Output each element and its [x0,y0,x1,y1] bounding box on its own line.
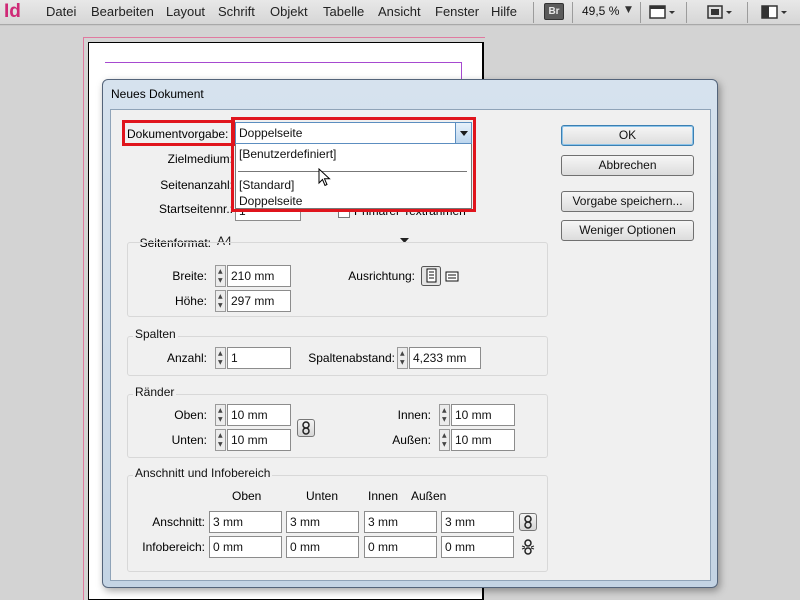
bleed-link-button[interactable] [519,513,537,531]
bleed-top-field[interactable]: 3 mm [209,511,282,533]
menu-hilfe[interactable]: Hilfe [491,4,517,19]
bleed-label: Anschnitt: [152,515,205,529]
bleed-outside-field[interactable]: 3 mm [441,511,514,533]
menu-schrift[interactable]: Schrift [218,4,255,19]
toolbar-separator [533,2,534,23]
portrait-orientation-icon[interactable] [421,266,441,286]
menu-ansicht[interactable]: Ansicht [378,4,421,19]
margin-guide [105,62,462,63]
margin-inside-label: Innen: [397,408,431,422]
col-header-top: Oben [232,489,262,503]
toolbar-separator [572,2,573,23]
margin-bottom-stepper[interactable]: ▲ ▼ [215,429,226,451]
dialog-title: Neues Dokument [111,87,204,101]
menu-objekt[interactable]: Objekt [270,4,308,19]
pages-label: Seitenanzahl: [160,178,233,192]
margin-bottom-label: Unten: [171,433,207,447]
bleed-inside-field[interactable]: 3 mm [364,511,437,533]
arrange-documents-icon[interactable] [760,4,790,21]
col-header-outside: Außen [411,489,447,503]
menu-bearbeiten[interactable]: Bearbeiten [91,4,154,19]
bleed-guide [83,37,485,38]
gutter-stepper[interactable]: ▲ ▼ [397,347,408,369]
app-logo: Id [4,1,21,22]
highlight-box [231,117,476,212]
column-count-field[interactable]: 1 [227,347,291,369]
ok-button[interactable]: OK [561,125,694,146]
menu-layout[interactable]: Layout [166,4,205,19]
margin-inside-stepper[interactable]: ▲ ▼ [439,404,450,426]
dialog-body: Dokumentvorgabe: Zielmedium: Seitenanzah… [110,109,711,581]
slug-outside-field[interactable]: 0 mm [441,536,514,558]
menu-bar: Id Datei Bearbeiten Layout Schrift Objek… [0,0,800,25]
orientation-label: Ausrichtung: [348,269,415,283]
margin-bottom-field[interactable]: 10 mm [227,429,291,451]
zoom-level-field[interactable]: 49,5 % [582,4,619,18]
chevron-down-icon[interactable]: ▼ [625,5,632,15]
toolbar-separator [686,2,687,23]
height-stepper[interactable]: ▲ ▼ [215,290,226,312]
fewer-options-button[interactable]: Weniger Optionen [561,220,694,241]
start-page-label: Startseitennr.: [158,202,233,216]
chain-link-icon [302,421,310,435]
column-count-label: Anzahl: [166,351,207,365]
col-header-bottom: Unten [306,489,339,503]
column-count-stepper[interactable]: ▲ ▼ [215,347,226,369]
view-options-icon[interactable] [706,4,736,21]
bleed-guide [83,37,84,600]
screen-mode-icon[interactable] [648,4,678,21]
save-preset-button[interactable]: Vorgabe speichern... [561,191,694,212]
margin-outside-label: Außen: [392,433,431,447]
margins-group-title: Ränder [133,385,177,399]
new-document-dialog: Neues Dokument Dokumentvorgabe: Zielmedi… [102,79,718,588]
chain-link-icon [524,515,532,529]
slug-bottom-field[interactable]: 0 mm [286,536,359,558]
width-stepper[interactable]: ▲ ▼ [215,265,226,287]
intent-label: Zielmedium: [167,152,233,166]
gutter-field[interactable]: 4,233 mm [409,347,481,369]
cancel-button[interactable]: Abbrechen [561,155,694,176]
bleed-slug-group-title: Anschnitt und Infobereich [133,466,273,480]
slug-label: Infobereich: [142,540,205,554]
height-label: Höhe: [174,294,207,308]
col-header-inside: Innen [368,489,399,503]
margin-inside-field[interactable]: 10 mm [451,404,515,426]
menu-datei[interactable]: Datei [46,4,76,19]
width-label: Breite: [172,269,207,283]
highlight-box [122,120,235,146]
menu-fenster[interactable]: Fenster [435,4,479,19]
margin-top-label: Oben: [174,408,207,422]
slug-inside-field[interactable]: 0 mm [364,536,437,558]
mouse-cursor-icon [318,168,331,187]
broken-chain-icon[interactable] [521,539,535,555]
height-field[interactable]: 297 mm [227,290,291,312]
margin-outside-stepper[interactable]: ▲ ▼ [439,429,450,451]
margin-top-stepper[interactable]: ▲ ▼ [215,404,226,426]
margin-top-field[interactable]: 10 mm [227,404,291,426]
menu-tabelle[interactable]: Tabelle [323,4,364,19]
gutter-label: Spaltenabstand: [308,351,395,365]
slug-top-field[interactable]: 0 mm [209,536,282,558]
bleed-bottom-field[interactable]: 3 mm [286,511,359,533]
columns-group-title: Spalten [133,327,178,341]
margin-outside-field[interactable]: 10 mm [451,429,515,451]
width-field[interactable]: 210 mm [227,265,291,287]
bridge-button[interactable]: Br [544,3,564,20]
landscape-orientation-icon[interactable] [444,268,460,285]
toolbar-separator [747,2,748,23]
margins-link-button[interactable] [297,419,315,437]
toolbar-separator [640,2,641,23]
